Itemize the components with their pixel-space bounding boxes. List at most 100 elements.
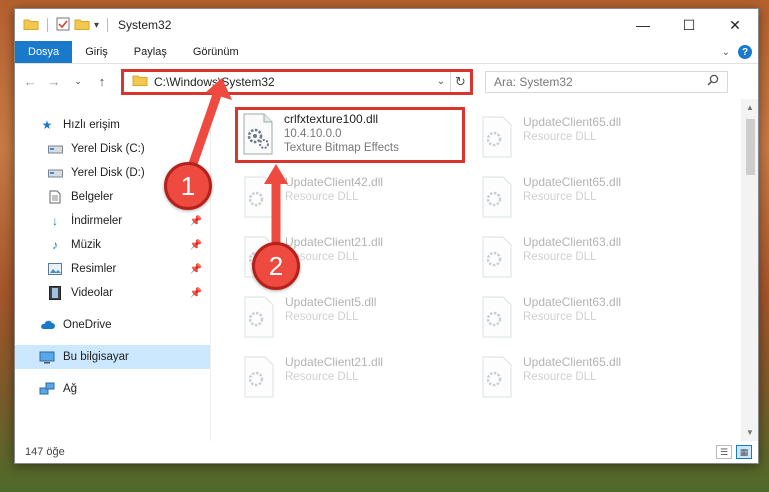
drive-icon [47,166,63,180]
sidebar-item-videos[interactable]: Videolar 📌 [15,281,210,305]
dll-file-icon [479,295,515,339]
tab-dosya[interactable]: Dosya [15,41,73,63]
address-bar[interactable]: C:\Windows\System32 ⌄ ↻ [121,68,473,95]
large-icons-view-icon[interactable]: ▦ [736,445,752,459]
quick-access-toolbar: ▾ [23,17,112,34]
file-tile[interactable]: UpdateClient21.dll Resource DLL [237,351,467,407]
file-name: UpdateClient42.dll [285,175,384,189]
file-tile[interactable]: UpdateClient42.dll Resource DLL [237,171,467,227]
sidebar-item-downloads[interactable]: ↓ İndirmeler 📌 [15,209,210,233]
tab-giris[interactable]: Giriş [72,41,121,63]
file-version: 10.4.10.0.0 [284,128,342,140]
pin-icon[interactable]: 📌 [190,288,202,299]
file-type: Resource DLL [523,191,597,203]
music-icon: ♪ [52,238,58,252]
file-name: UpdateClient63.dll [523,295,622,309]
up-icon[interactable]: ↑ [93,74,111,89]
search-icon [707,74,719,89]
dll-file-icon [479,115,515,159]
recent-locations-icon[interactable]: ⌄ [69,76,87,87]
file-description: Texture Bitmap Effects [284,142,399,154]
pin-icon[interactable]: 📌 [190,240,202,251]
sidebar-item-onedrive[interactable]: OneDrive [15,313,210,337]
back-icon[interactable]: ← [21,74,39,89]
folder-icon [23,17,39,34]
dll-file-icon [241,295,277,339]
vertical-scrollbar[interactable]: ▲ ▼ [741,99,758,441]
explorer-window: ▾ System32 — ☐ ✕ Dosya Giriş Paylaş Görü… [14,8,759,464]
window-title: System32 [118,18,172,32]
window-controls: — ☐ ✕ [620,9,758,41]
forward-icon[interactable]: → [45,74,63,89]
file-type: Resource DLL [523,311,597,323]
file-tile[interactable]: UpdateClient5.dll Resource DLL [237,291,467,347]
scroll-thumb[interactable] [746,119,755,175]
title-bar: ▾ System32 — ☐ ✕ [15,9,758,41]
address-dropdown-icon[interactable]: ⌄ [432,76,450,87]
file-name: UpdateClient65.dll [523,355,622,369]
sidebar-item-music[interactable]: ♪ Müzik 📌 [15,233,210,257]
search-input[interactable]: Ara: System32 [485,70,728,93]
file-name: crlfxtexture100.dll [284,112,379,126]
file-name: UpdateClient65.dll [523,175,622,189]
ribbon-tabs: Dosya Giriş Paylaş Görünüm ⌄ ? [15,41,758,63]
file-type: Resource DLL [523,251,597,263]
file-tile[interactable]: UpdateClient65.dll Resource DLL [475,351,705,407]
search-placeholder: Ara: System32 [494,74,573,89]
star-icon: ★ [41,118,53,132]
details-view-icon[interactable]: ☰ [716,445,732,459]
videos-icon [47,286,63,300]
computer-icon [39,350,55,364]
network-icon [39,382,55,396]
refresh-icon[interactable]: ↻ [450,71,470,92]
sidebar-item-pictures[interactable]: Resimler 📌 [15,257,210,281]
sidebar-item-local-disk-c[interactable]: Yerel Disk (C:) [15,137,210,161]
dll-file-icon [479,355,515,399]
address-path[interactable]: C:\Windows\System32 [154,75,275,89]
scroll-up-icon[interactable]: ▲ [742,99,758,116]
file-name: UpdateClient5.dll [285,295,377,309]
tab-paylas[interactable]: Paylaş [121,41,180,63]
file-type: Resource DLL [285,191,359,203]
properties-icon[interactable] [56,17,70,34]
file-type: Resource DLL [285,371,359,383]
file-type: Resource DLL [285,251,359,263]
customize-icon[interactable]: ▾ [94,20,99,31]
maximize-button[interactable]: ☐ [666,9,712,41]
file-name: UpdateClient21.dll [285,355,384,369]
file-type: Resource DLL [285,311,359,323]
expand-ribbon-icon[interactable]: ⌄ [722,47,730,58]
minimize-button[interactable]: — [620,9,666,41]
close-button[interactable]: ✕ [712,9,758,41]
dll-file-icon [479,235,515,279]
drive-icon [47,142,63,156]
callout-step-1: 1 [164,162,212,210]
file-tile[interactable]: UpdateClient65.dll Resource DLL [475,171,705,227]
sidebar-item-quick-access[interactable]: ★ Hızlı erişim [15,113,210,137]
navigation-pane: ★ Hızlı erişim Yerel Disk (C:) Yerel Dis… [15,99,211,441]
new-folder-icon[interactable] [74,17,90,34]
pin-icon[interactable]: 📌 [190,216,202,227]
callout-step-2: 2 [252,242,300,290]
scroll-down-icon[interactable]: ▼ [742,424,758,441]
folder-icon [132,74,148,90]
sidebar-item-network[interactable]: Ağ [15,377,210,401]
help-icon[interactable]: ? [738,45,752,59]
file-tile[interactable]: UpdateClient63.dll Resource DLL [475,231,705,287]
file-name: UpdateClient63.dll [523,235,622,249]
dll-file-icon [241,355,277,399]
file-tile[interactable]: UpdateClient65.dll Resource DLL [475,111,705,167]
cloud-icon [39,318,55,332]
file-type: Resource DLL [523,371,597,383]
dll-file-icon [479,175,515,219]
file-tile[interactable]: UpdateClient63.dll Resource DLL [475,291,705,347]
file-name: UpdateClient21.dll [285,235,384,249]
file-type: Resource DLL [523,131,597,143]
sidebar-item-this-pc[interactable]: Bu bilgisayar [15,345,210,369]
file-tile-crlfxtexture100[interactable]: crlfxtexture100.dll 10.4.10.0.0 Texture … [235,107,465,163]
view-toggle: ☰ ▦ [716,445,758,459]
tab-gorunum[interactable]: Görünüm [180,41,252,63]
pin-icon[interactable]: 📌 [190,264,202,275]
status-bar: 147 öğe ☰ ▦ [15,441,758,463]
download-icon: ↓ [52,214,58,228]
